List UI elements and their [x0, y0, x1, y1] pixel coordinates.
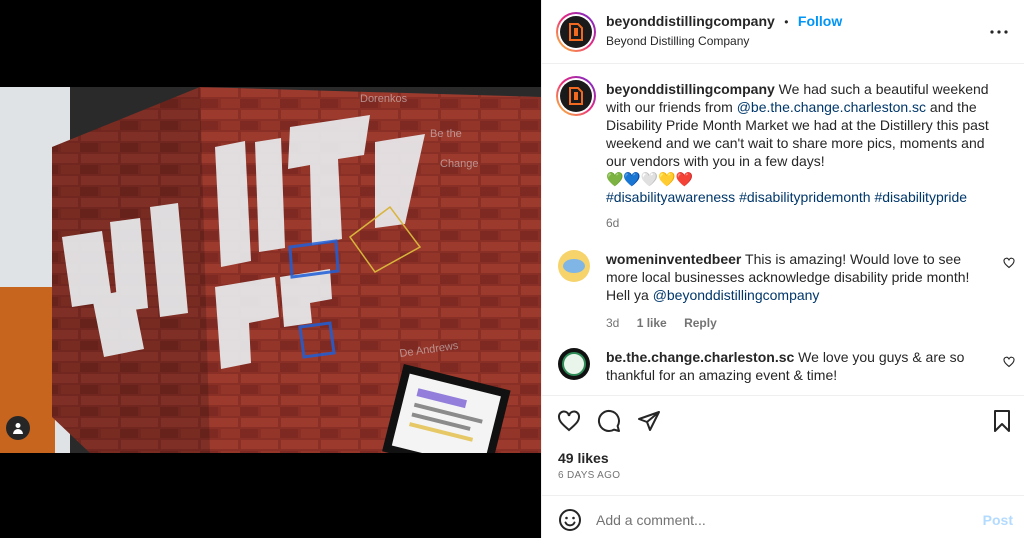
more-horizontal-icon: [990, 30, 1008, 34]
comment-avatar-bethechange[interactable]: [558, 348, 590, 380]
post-comment-button[interactable]: Post: [983, 512, 1013, 528]
brand-logo-icon: [569, 23, 583, 41]
separator-dot: •: [784, 15, 789, 29]
svg-text:Change: Change: [440, 158, 479, 170]
comment-avatar-womeninventedbeer[interactable]: [558, 250, 590, 282]
caption-hashtags[interactable]: #disabilityawareness #disabilitypridemon…: [606, 188, 1006, 206]
brick-wall-mural: De Andrews Be the Change Dorenkos: [0, 87, 541, 453]
header-subtitle[interactable]: Beyond Distilling Company: [606, 34, 749, 48]
more-options-button[interactable]: [989, 22, 1009, 42]
comment-time[interactable]: 3d: [606, 316, 619, 330]
caption-time[interactable]: 6d: [606, 214, 1006, 232]
brand-logo-icon: [569, 87, 583, 105]
caption-username[interactable]: beyonddistillingcompany: [606, 81, 775, 97]
post-caption: beyonddistillingcompany We had such a be…: [606, 80, 1006, 232]
caption-emojis: 💚💙🤍💛❤️: [606, 171, 694, 187]
instagram-post-modal: De Andrews Be the Change Dorenkos beyond…: [0, 0, 1024, 538]
post-media: De Andrews Be the Change Dorenkos: [0, 0, 541, 538]
svg-text:Dorenkos: Dorenkos: [360, 93, 408, 105]
comment-mention-link[interactable]: @beyonddistillingcompany: [653, 287, 820, 303]
comment-like-heart-icon[interactable]: [1003, 257, 1015, 269]
caption-avatar[interactable]: [556, 76, 596, 116]
heart-icon[interactable]: [557, 409, 581, 433]
comment-composer: Add a comment... Post: [542, 495, 1024, 538]
comment-2: be.the.change.charleston.sc We love you …: [606, 348, 986, 384]
emoji-icon[interactable]: [558, 508, 582, 532]
comment-like-heart-icon[interactable]: [1003, 356, 1015, 368]
svg-text:Be the: Be the: [430, 128, 462, 140]
comment-username[interactable]: womeninventedbeer: [606, 251, 741, 267]
follow-button[interactable]: Follow: [798, 13, 842, 29]
comment-reply-button[interactable]: Reply: [684, 316, 717, 330]
comments-scroll-area[interactable]: beyonddistillingcompany We had such a be…: [542, 64, 1024, 395]
post-actions: 49 likes 6 DAYS AGO: [542, 395, 1024, 495]
comment-1: womeninventedbeer This is amazing! Would…: [606, 250, 986, 332]
post-date[interactable]: 6 DAYS AGO: [558, 470, 620, 481]
add-comment-input[interactable]: Add a comment...: [596, 512, 706, 528]
share-icon[interactable]: [637, 409, 661, 433]
bookmark-icon[interactable]: [990, 409, 1014, 433]
post-details-panel: beyonddistillingcompany • Follow Beyond …: [541, 0, 1024, 538]
post-photo[interactable]: De Andrews Be the Change Dorenkos: [0, 87, 541, 453]
user-tag-button[interactable]: [6, 416, 30, 440]
comment-icon[interactable]: [597, 409, 621, 433]
likes-count[interactable]: 49 likes: [558, 450, 609, 466]
post-header: beyonddistillingcompany • Follow Beyond …: [542, 0, 1024, 64]
header-username[interactable]: beyonddistillingcompany: [606, 13, 775, 29]
caption-mention-link[interactable]: @be.the.change.charleston.sc: [737, 99, 926, 115]
comment-username[interactable]: be.the.change.charleston.sc: [606, 349, 794, 365]
user-tag-icon: [13, 423, 23, 434]
account-avatar[interactable]: [556, 12, 596, 52]
comment-likes[interactable]: 1 like: [637, 316, 667, 330]
